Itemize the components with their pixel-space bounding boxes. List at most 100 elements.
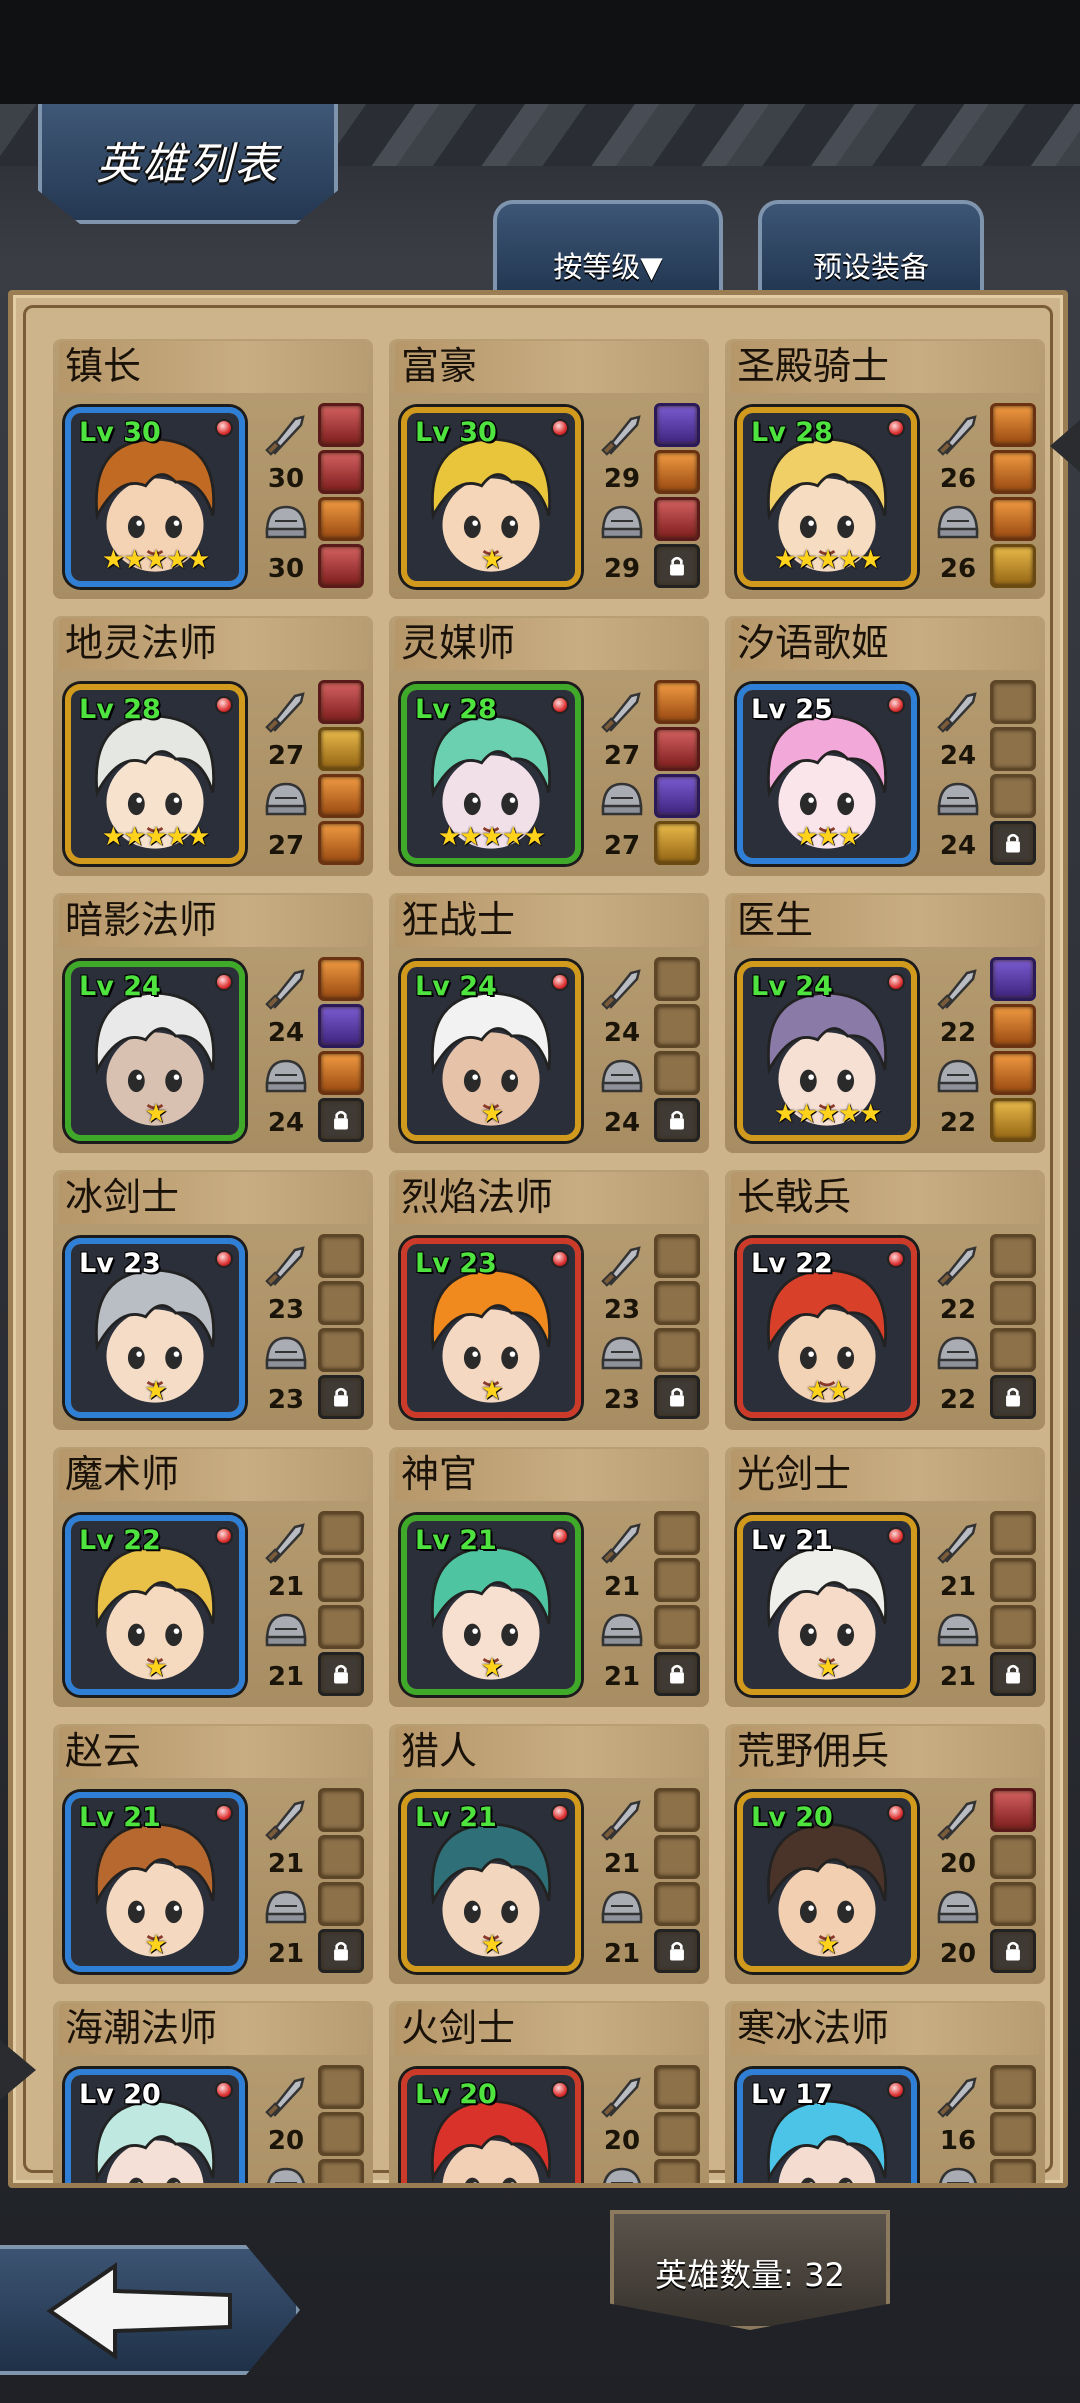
equipped-item-icon[interactable] [318,680,364,724]
hero-card[interactable]: 灵媒师 Lv 28 ★★★★★ 27 27 [389,616,709,876]
empty-equipment-slot[interactable] [990,1234,1036,1278]
hero-portrait[interactable]: Lv 30 ★ [401,407,581,587]
hero-card[interactable]: 冰剑士 Lv 23 ★ 23 23 [53,1170,373,1430]
hero-portrait[interactable]: Lv 17 [737,2069,917,2183]
empty-equipment-slot[interactable] [990,1328,1036,1372]
equipped-item-icon[interactable] [318,497,364,541]
equipped-item-icon[interactable] [318,403,364,447]
hero-card[interactable]: 赵云 Lv 21 ★ 21 21 [53,1724,373,1984]
hero-portrait[interactable]: Lv 20 ★ [737,1792,917,1972]
equipped-item-icon[interactable] [654,450,700,494]
hero-portrait[interactable]: Lv 22 ★★ [737,1238,917,1418]
sort-by-level-tab[interactable]: 按等级▼ [493,200,723,295]
lock-icon[interactable] [654,1098,700,1142]
empty-equipment-slot[interactable] [654,2112,700,2156]
lock-icon[interactable] [318,1929,364,1973]
hero-card[interactable]: 圣殿骑士 Lv 28 ★★★★★ 26 26 [725,339,1045,599]
hero-card[interactable]: 荒野佣兵 Lv 20 ★ 20 20 [725,1724,1045,1984]
equipped-item-icon[interactable] [318,544,364,588]
lock-icon[interactable] [318,1652,364,1696]
empty-equipment-slot[interactable] [990,2159,1036,2183]
equipped-item-icon[interactable] [990,497,1036,541]
hero-portrait[interactable]: Lv 25 ★★★ [737,684,917,864]
equipped-item-icon[interactable] [990,957,1036,1001]
empty-equipment-slot[interactable] [318,2065,364,2109]
equipped-item-icon[interactable] [654,497,700,541]
equipped-item-icon[interactable] [990,1098,1036,1142]
equipped-item-icon[interactable] [654,727,700,771]
empty-equipment-slot[interactable] [990,1835,1036,1879]
empty-equipment-slot[interactable] [990,1605,1036,1649]
hero-portrait[interactable]: Lv 24 ★★★★★ [737,961,917,1141]
hero-portrait[interactable]: Lv 20 [401,2069,581,2183]
hero-card[interactable]: 魔术师 Lv 22 ★ 21 21 [53,1447,373,1707]
hero-list-panel[interactable]: 镇长 Lv 30 ★★★★★ 30 30 富豪 Lv 30 ★ 29 29 圣殿骑士 Lv 28 ★★★… [8,290,1068,2188]
equipped-item-icon[interactable] [990,1788,1036,1832]
equipped-item-icon[interactable] [318,957,364,1001]
hero-card[interactable]: 神官 Lv 21 ★ 21 21 [389,1447,709,1707]
empty-equipment-slot[interactable] [990,2065,1036,2109]
empty-equipment-slot[interactable] [654,1051,700,1095]
empty-equipment-slot[interactable] [990,1281,1036,1325]
equipped-item-icon[interactable] [318,774,364,818]
hero-portrait[interactable]: Lv 22 ★ [65,1515,245,1695]
empty-equipment-slot[interactable] [990,774,1036,818]
hero-portrait[interactable]: Lv 24 ★ [65,961,245,1141]
hero-portrait[interactable]: Lv 28 ★★★★★ [401,684,581,864]
lock-icon[interactable] [318,1375,364,1419]
hero-card[interactable]: 猎人 Lv 21 ★ 21 21 [389,1724,709,1984]
hero-card[interactable]: 暗影法师 Lv 24 ★ 24 24 [53,893,373,1153]
empty-equipment-slot[interactable] [654,1004,700,1048]
empty-equipment-slot[interactable] [318,1835,364,1879]
empty-equipment-slot[interactable] [318,2112,364,2156]
lock-icon[interactable] [654,1652,700,1696]
hero-card[interactable]: 长戟兵 Lv 22 ★★ 22 22 [725,1170,1045,1430]
lock-icon[interactable] [654,1375,700,1419]
empty-equipment-slot[interactable] [990,727,1036,771]
empty-equipment-slot[interactable] [318,1234,364,1278]
empty-equipment-slot[interactable] [318,1511,364,1555]
equipped-item-icon[interactable] [654,821,700,865]
equipped-item-icon[interactable] [990,450,1036,494]
hero-portrait[interactable]: Lv 21 ★ [401,1792,581,1972]
hero-card[interactable]: 海潮法师 Lv 20 20 [53,2001,373,2183]
empty-equipment-slot[interactable] [990,1558,1036,1602]
lock-icon[interactable] [990,821,1036,865]
hero-portrait[interactable]: Lv 24 ★ [401,961,581,1141]
hero-card[interactable]: 医生 Lv 24 ★★★★★ 22 22 [725,893,1045,1153]
equipped-item-icon[interactable] [990,544,1036,588]
equipped-item-icon[interactable] [318,821,364,865]
lock-icon[interactable] [990,1929,1036,1973]
equipped-item-icon[interactable] [318,450,364,494]
empty-equipment-slot[interactable] [654,1281,700,1325]
hero-card[interactable]: 狂战士 Lv 24 ★ 24 24 [389,893,709,1153]
empty-equipment-slot[interactable] [318,1558,364,1602]
empty-equipment-slot[interactable] [654,2159,700,2183]
equipped-item-icon[interactable] [990,1051,1036,1095]
empty-equipment-slot[interactable] [318,1328,364,1372]
hero-portrait[interactable]: Lv 21 ★ [401,1515,581,1695]
equipped-item-icon[interactable] [318,1051,364,1095]
empty-equipment-slot[interactable] [654,1882,700,1926]
preset-equipment-tab[interactable]: 预设装备 [758,200,984,295]
hero-portrait[interactable]: Lv 28 ★★★★★ [737,407,917,587]
empty-equipment-slot[interactable] [318,1882,364,1926]
empty-equipment-slot[interactable] [990,2112,1036,2156]
hero-card[interactable]: 火剑士 Lv 20 20 [389,2001,709,2183]
hero-card[interactable]: 光剑士 Lv 21 ★ 21 21 [725,1447,1045,1707]
hero-card[interactable]: 寒冰法师 Lv 17 16 [725,2001,1045,2183]
empty-equipment-slot[interactable] [654,1788,700,1832]
empty-equipment-slot[interactable] [654,957,700,1001]
lock-icon[interactable] [654,544,700,588]
hero-portrait[interactable]: Lv 23 ★ [401,1238,581,1418]
equipped-item-icon[interactable] [654,774,700,818]
hero-portrait[interactable]: Lv 20 [65,2069,245,2183]
hero-portrait[interactable]: Lv 30 ★★★★★ [65,407,245,587]
empty-equipment-slot[interactable] [318,1605,364,1649]
hero-card[interactable]: 烈焰法师 Lv 23 ★ 23 23 [389,1170,709,1430]
empty-equipment-slot[interactable] [318,1788,364,1832]
empty-equipment-slot[interactable] [990,1882,1036,1926]
empty-equipment-slot[interactable] [654,1234,700,1278]
hero-portrait[interactable]: Lv 21 ★ [65,1792,245,1972]
hero-card[interactable]: 镇长 Lv 30 ★★★★★ 30 30 [53,339,373,599]
